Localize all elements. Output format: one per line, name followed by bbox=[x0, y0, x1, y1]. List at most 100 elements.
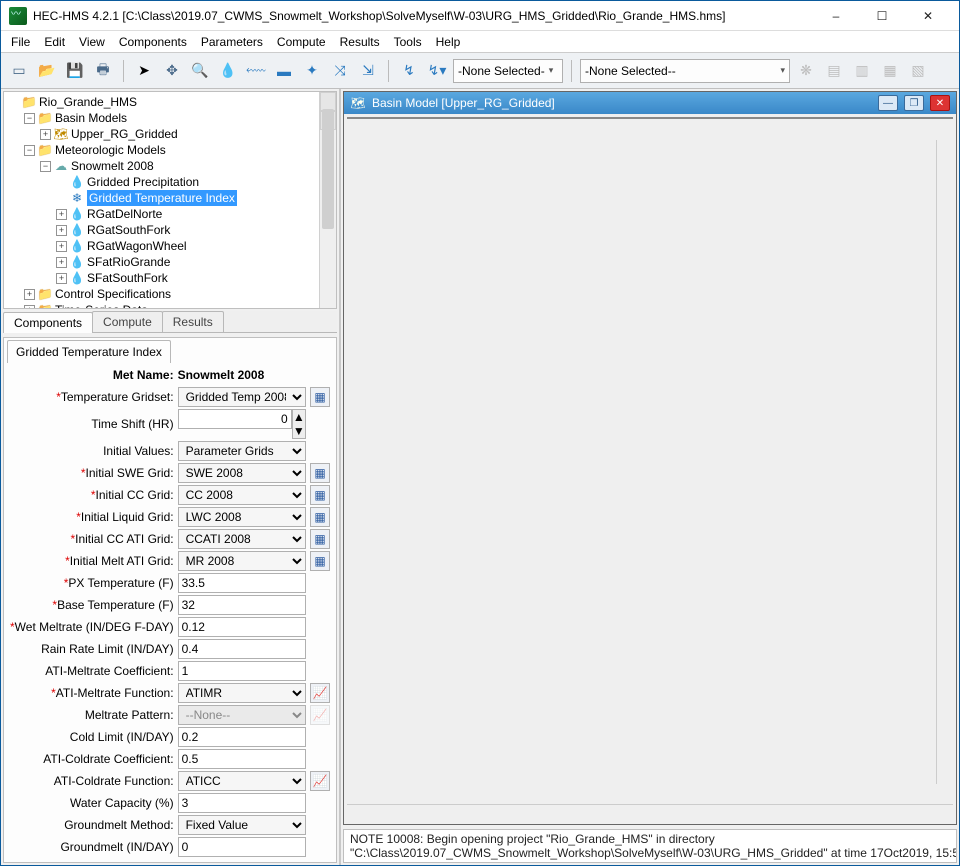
inner-titlebar[interactable]: 🗺 Basin Model [Upper_RG_Gridded] — ❐ ✕ bbox=[344, 92, 956, 114]
run-selector-combo[interactable]: -None Selected- ▾ bbox=[453, 59, 563, 83]
menu-edit[interactable]: Edit bbox=[38, 33, 71, 51]
tree-met-models[interactable]: Meteorologic Models bbox=[55, 142, 166, 158]
subbasin-tool-icon[interactable]: 💧 bbox=[216, 59, 240, 83]
grid-picker-button[interactable]: ▦ bbox=[310, 387, 330, 407]
inner-minimize-button[interactable]: — bbox=[878, 95, 898, 111]
prop-input[interactable] bbox=[178, 793, 306, 813]
junction-tool-icon[interactable]: ✦ bbox=[300, 59, 324, 83]
select-tool-icon[interactable]: ➤ bbox=[132, 59, 156, 83]
element-selector-combo[interactable]: -None Selected-- ▾ bbox=[580, 59, 790, 83]
plot-button[interactable]: 📈 bbox=[310, 683, 330, 703]
window-minimize-button[interactable]: – bbox=[813, 2, 859, 30]
menu-view[interactable]: View bbox=[73, 33, 111, 51]
grid-icon: ▦ bbox=[314, 510, 325, 524]
spin-down-icon[interactable]: ▼ bbox=[293, 424, 305, 438]
grid-icon: ▦ bbox=[314, 532, 325, 546]
prop-select[interactable]: MR 2008 bbox=[178, 551, 306, 571]
prop-input[interactable] bbox=[178, 749, 306, 769]
message-log[interactable]: NOTE 10008: Begin opening project "Rio_G… bbox=[343, 829, 957, 863]
menu-file[interactable]: File bbox=[5, 33, 36, 51]
tree-rg-wagonwheel[interactable]: RGatWagonWheel bbox=[87, 238, 187, 254]
inner-maximize-button[interactable]: ❐ bbox=[904, 95, 924, 111]
tab-compute[interactable]: Compute bbox=[92, 311, 163, 332]
open-icon[interactable]: 📂 bbox=[35, 59, 59, 83]
save-icon[interactable]: 💾 bbox=[63, 59, 87, 83]
menu-tools[interactable]: Tools bbox=[388, 33, 428, 51]
prop-select[interactable]: --None-- bbox=[178, 705, 306, 725]
tree-gridded-temp-index[interactable]: Gridded Temperature Index bbox=[87, 190, 237, 206]
prop-select[interactable]: SWE 2008 bbox=[178, 463, 306, 483]
results-timeseries-icon[interactable]: ▦ bbox=[878, 59, 902, 83]
grid-picker-button[interactable]: ▦ bbox=[310, 485, 330, 505]
results-summary-icon[interactable]: ▥ bbox=[850, 59, 874, 83]
tree-ts-data[interactable]: Time-Series Data bbox=[55, 302, 148, 309]
prop-select[interactable]: LWC 2008 bbox=[178, 507, 306, 527]
prop-input[interactable] bbox=[178, 837, 306, 857]
project-tree[interactable]: 📁Rio_Grande_HMS −📁Basin Models +🗺Upper_R… bbox=[4, 92, 336, 309]
pan-tool-icon[interactable]: ✥ bbox=[160, 59, 184, 83]
menu-compute[interactable]: Compute bbox=[271, 33, 332, 51]
zoom-in-icon[interactable]: 🔍 bbox=[188, 59, 212, 83]
tree-sf-riogrande[interactable]: SFatRioGrande bbox=[87, 254, 170, 270]
tree-gridded-precip[interactable]: Gridded Precipitation bbox=[87, 174, 199, 190]
print-icon[interactable]: 🖶 bbox=[91, 59, 115, 83]
menu-components[interactable]: Components bbox=[113, 33, 193, 51]
prop-select[interactable]: ATICC bbox=[178, 771, 306, 791]
source-tool-icon[interactable]: ⇲ bbox=[356, 59, 380, 83]
inner-close-button[interactable]: ✕ bbox=[930, 95, 950, 111]
tree-rg-delnorte[interactable]: RGatDelNorte bbox=[87, 206, 162, 222]
plot-button[interactable]: 📈 bbox=[310, 771, 330, 791]
prop-input[interactable] bbox=[178, 617, 306, 637]
grid-picker-button[interactable]: ▦ bbox=[310, 529, 330, 549]
canvas-horizontal-scrollbar[interactable] bbox=[347, 804, 953, 821]
prop-input[interactable] bbox=[178, 727, 306, 747]
results-element-icon[interactable]: ▧ bbox=[906, 59, 930, 83]
window-maximize-button[interactable]: ☐ bbox=[859, 2, 905, 30]
prop-select[interactable]: ATIMR bbox=[178, 683, 306, 703]
reservoir-tool-icon[interactable]: ▬ bbox=[272, 59, 296, 83]
menu-help[interactable]: Help bbox=[430, 33, 467, 51]
diversion-tool-icon[interactable]: ⤨ bbox=[328, 59, 352, 83]
grid-picker-button[interactable]: ▦ bbox=[310, 551, 330, 571]
canvas-vertical-scrollbar[interactable] bbox=[936, 140, 953, 784]
tab-components[interactable]: Components bbox=[3, 312, 93, 333]
tree-rg-southfork[interactable]: RGatSouthFork bbox=[87, 222, 170, 238]
grid-picker-button[interactable]: ▦ bbox=[310, 463, 330, 483]
prop-label: ATI-Meltrate Function: bbox=[8, 682, 176, 704]
prop-select[interactable]: CCATI 2008 bbox=[178, 529, 306, 549]
prop-input[interactable] bbox=[178, 639, 306, 659]
prop-select[interactable]: Gridded Temp 2008 bbox=[178, 387, 306, 407]
grid-picker-button[interactable]: ▦ bbox=[310, 507, 330, 527]
results-global-icon[interactable]: ❋ bbox=[794, 59, 818, 83]
run-icon[interactable]: ↯ bbox=[397, 59, 421, 83]
window-close-button[interactable]: ✕ bbox=[905, 2, 951, 30]
prop-select[interactable]: Fixed Value bbox=[178, 815, 306, 835]
tree-sf-southfork[interactable]: SFatSouthFork bbox=[87, 270, 168, 286]
tree-control-spec[interactable]: Control Specifications bbox=[55, 286, 171, 302]
results-graph-icon[interactable]: ▤ bbox=[822, 59, 846, 83]
prop-select[interactable]: CC 2008 bbox=[178, 485, 306, 505]
tree-basin-models[interactable]: Basin Models bbox=[55, 110, 127, 126]
prop-input[interactable] bbox=[178, 573, 306, 593]
prop-input[interactable] bbox=[178, 595, 306, 615]
log-line-1: NOTE 10008: Begin opening project "Rio_G… bbox=[350, 832, 950, 846]
tree-scrollbar[interactable] bbox=[319, 92, 336, 308]
tree-snowmelt[interactable]: Snowmelt 2008 bbox=[71, 158, 154, 174]
prop-input[interactable] bbox=[178, 409, 292, 429]
run-config-icon[interactable]: ↯▾ bbox=[425, 59, 449, 83]
prop-label: Initial SWE Grid: bbox=[8, 462, 176, 484]
property-tab[interactable]: Gridded Temperature Index bbox=[7, 340, 171, 363]
basin-map-canvas[interactable]: RGatWagonWheel WagonWheel RGatDelNorte R… bbox=[347, 117, 953, 119]
spin-up-icon[interactable]: ▲ bbox=[293, 410, 305, 424]
reach-tool-icon[interactable]: ⬳ bbox=[244, 59, 268, 83]
menu-results[interactable]: Results bbox=[334, 33, 386, 51]
tab-results[interactable]: Results bbox=[162, 311, 224, 332]
tree-upper-rg[interactable]: Upper_RG_Gridded bbox=[71, 126, 178, 142]
menu-parameters[interactable]: Parameters bbox=[195, 33, 269, 51]
new-icon[interactable]: ▭ bbox=[7, 59, 31, 83]
tree-root[interactable]: Rio_Grande_HMS bbox=[39, 94, 137, 110]
prop-select[interactable]: Parameter Grids bbox=[178, 441, 306, 461]
prop-label: Meltrate Pattern: bbox=[8, 704, 176, 726]
prop-input[interactable] bbox=[178, 661, 306, 681]
prop-label: Initial Liquid Grid: bbox=[8, 506, 176, 528]
